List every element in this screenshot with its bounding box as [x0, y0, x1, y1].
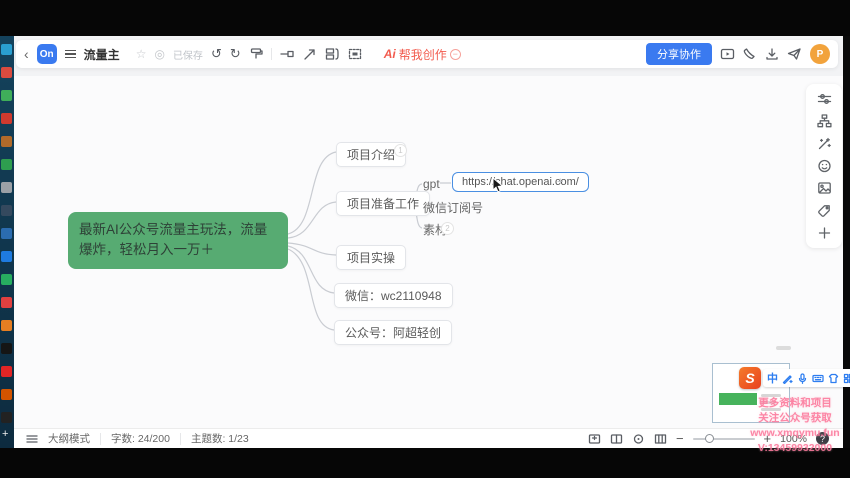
document-title[interactable]: 流量主: [84, 46, 120, 63]
redo-button[interactable]: ↻: [230, 46, 241, 62]
sogou-ime-logo[interactable]: S: [739, 367, 761, 389]
taskbar-app-icon[interactable]: [1, 274, 12, 285]
taskbar-plus-icon[interactable]: +: [2, 428, 8, 440]
word-count: 字数: 24/200: [111, 431, 170, 446]
branch-node-practice[interactable]: 项目实操: [336, 245, 406, 270]
taskbar-app-icon[interactable]: [1, 67, 12, 78]
download-icon[interactable]: [765, 47, 779, 61]
zoom-level[interactable]: 100%: [780, 433, 807, 445]
keyboard-icon[interactable]: [812, 373, 824, 384]
taskbar-app-icon[interactable]: [1, 389, 12, 400]
skin-icon[interactable]: [828, 373, 839, 384]
taskbar-app-icon[interactable]: [1, 136, 12, 147]
overlay-drag-handle: [776, 346, 791, 350]
add-sibling-hint[interactable]: +: [557, 176, 563, 188]
pen-sparkle-icon[interactable]: [782, 373, 793, 384]
taskbar-app-icon[interactable]: [1, 90, 12, 101]
send-icon[interactable]: [787, 47, 802, 61]
ime-mode-chinese[interactable]: 中: [767, 370, 778, 386]
menu-icon[interactable]: [65, 48, 76, 61]
zoom-in-button[interactable]: +: [764, 431, 772, 446]
back-button[interactable]: ‹: [24, 47, 29, 61]
top-letterbox: [0, 0, 850, 36]
ai-label: 帮我创作: [399, 46, 447, 63]
taskbar-app-icon[interactable]: [1, 297, 12, 308]
zoom-slider-knob[interactable]: [705, 434, 714, 443]
taskbar-app-icon[interactable]: [1, 44, 12, 55]
saved-status-icon: ◎: [154, 47, 164, 61]
top-toolbar: ‹ On 流量主 ☆ ◎ 已保存 ↺ ↻ Ai 帮我创作 − 分享协作: [16, 40, 838, 68]
layout-structure-icon[interactable]: [325, 47, 340, 61]
mouse-cursor: [492, 177, 505, 193]
relation-line-icon[interactable]: [280, 47, 295, 61]
ime-toolbar: 中: [763, 369, 850, 387]
select-frame-icon[interactable]: [348, 47, 362, 61]
share-collab-button[interactable]: 分享协作: [646, 43, 712, 65]
image-icon[interactable]: [817, 181, 832, 195]
child-node-gpt[interactable]: gpt: [423, 177, 440, 191]
ai-label-prefix: Ai: [384, 47, 396, 61]
apps-grid-icon[interactable]: [843, 373, 850, 384]
connector-arrow-icon[interactable]: [303, 47, 317, 61]
tag-icon[interactable]: [817, 204, 832, 218]
taskbar-app-icon[interactable]: [1, 366, 12, 377]
help-button[interactable]: ?: [816, 432, 829, 445]
phone-icon[interactable]: [743, 47, 757, 61]
tune-icon[interactable]: [817, 92, 832, 106]
taskbar-app-icon[interactable]: [1, 343, 12, 354]
undo-button[interactable]: ↺: [211, 46, 222, 62]
minimap-icon[interactable]: [654, 433, 667, 445]
emoji-icon[interactable]: [817, 159, 832, 173]
ai-create-button[interactable]: Ai 帮我创作 −: [384, 46, 461, 63]
taskbar-app-icon[interactable]: [1, 251, 12, 262]
collapsed-count-badge[interactable]: 2: [441, 222, 454, 235]
taskbar-app-icon[interactable]: [1, 228, 12, 239]
magic-wand-icon[interactable]: [817, 137, 832, 151]
desktop-taskbar-sliver: +: [0, 36, 14, 448]
taskbar-app-icon[interactable]: [1, 113, 12, 124]
user-avatar[interactable]: P: [810, 44, 830, 64]
screen: + ‹ On 流量主 ☆ ◎ 已保存 ↺ ↻ Ai 帮我创作 −: [0, 0, 850, 478]
topic-count: 主题数: 1/23: [191, 431, 249, 446]
collapsed-count-badge[interactable]: 1: [394, 144, 407, 157]
favorite-star-icon[interactable]: ☆: [136, 47, 147, 61]
processon-logo[interactable]: On: [37, 44, 57, 64]
root-topic-node[interactable]: 最新AI公众号流量主玩法，流量爆炸，轻松月入一万＋: [68, 212, 288, 269]
split-view-icon[interactable]: [610, 433, 623, 445]
ai-collapse-icon[interactable]: −: [450, 49, 461, 60]
child-node-subscription[interactable]: 微信订阅号: [423, 199, 483, 216]
widget-green-bar: [719, 393, 757, 405]
taskbar-app-icon[interactable]: [1, 205, 12, 216]
plus-icon[interactable]: [817, 226, 832, 240]
locate-center-icon[interactable]: [632, 433, 645, 445]
taskbar-app-icon[interactable]: [1, 182, 12, 193]
branch-node-preparation[interactable]: 项目准备工作: [336, 191, 430, 216]
export-image-icon[interactable]: [588, 433, 601, 445]
child-node-url-selected[interactable]: https://chat.openai.com/: [452, 172, 589, 192]
taskbar-app-icon[interactable]: [1, 159, 12, 170]
taskbar-app-icon[interactable]: [1, 412, 12, 423]
right-tool-sidebar: [806, 84, 842, 248]
zoom-slider[interactable]: [693, 438, 755, 440]
branch-node-wechat[interactable]: 微信：wc2110948: [334, 283, 453, 308]
microphone-icon[interactable]: [797, 373, 808, 384]
bottom-letterbox: [0, 448, 850, 478]
outline-mode-label[interactable]: 大纲模式: [48, 431, 90, 446]
outline-mode-icon[interactable]: [26, 434, 38, 444]
taskbar-app-icon[interactable]: [1, 320, 12, 331]
format-painter-icon[interactable]: [249, 47, 263, 61]
presentation-icon[interactable]: [720, 47, 735, 61]
structure-icon[interactable]: [817, 114, 832, 128]
zoom-out-button[interactable]: −: [676, 431, 684, 446]
status-bar: 大纲模式 字数: 24/200 主题数: 1/23 − + 100% ?: [14, 428, 843, 448]
saved-status-label: 已保存: [173, 47, 203, 62]
branch-node-official-account[interactable]: 公众号：阿超轻创: [334, 320, 452, 345]
